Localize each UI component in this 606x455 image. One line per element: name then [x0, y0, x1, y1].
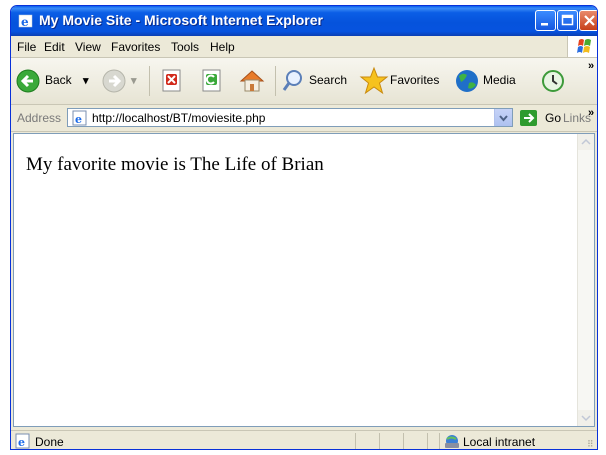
- menu-favorites[interactable]: Favorites: [111, 40, 160, 54]
- toolbar-separator: [275, 66, 276, 96]
- standard-toolbar: Back ▾ ▾ Search Favorites Media »: [11, 58, 597, 105]
- status-text: Done: [35, 435, 64, 449]
- favorites-label: Favorites: [390, 73, 440, 87]
- minimize-icon: [541, 23, 548, 26]
- menu-help[interactable]: Help: [210, 40, 235, 54]
- stop-icon: [162, 69, 181, 92]
- chevron-down-icon: [499, 115, 508, 122]
- media-icon: [456, 70, 478, 92]
- stop-button[interactable]: [159, 66, 187, 96]
- media-button[interactable]: Media: [453, 66, 519, 96]
- menu-file[interactable]: File: [17, 40, 36, 54]
- resize-grip-icon[interactable]: ⠿: [587, 439, 594, 449]
- status-divider: [379, 433, 380, 449]
- page-content-text: My favorite movie is The Life of Brian: [26, 154, 324, 175]
- minimize-button[interactable]: [535, 10, 556, 31]
- home-icon: [239, 70, 265, 92]
- vertical-scrollbar[interactable]: [577, 134, 594, 426]
- home-button[interactable]: [237, 66, 267, 96]
- back-arrow-icon: [16, 69, 40, 93]
- address-dropdown-button[interactable]: [494, 109, 512, 126]
- chevron-down-icon: [581, 415, 591, 422]
- go-arrow-icon: [520, 110, 537, 126]
- chevron-up-icon: [581, 138, 591, 145]
- menu-bar: File Edit View Favorites Tools Help: [11, 36, 597, 58]
- toolbar-overflow-icon[interactable]: »: [588, 60, 594, 72]
- back-label: Back: [45, 73, 72, 87]
- address-bar: Address e http://localhost/BT/moviesite.…: [11, 105, 597, 132]
- title-bar[interactable]: e My Movie Site - Microsoft Internet Exp…: [11, 6, 597, 36]
- favorites-button[interactable]: Favorites: [359, 66, 445, 96]
- search-button[interactable]: Search: [281, 66, 353, 96]
- forward-dropdown-icon[interactable]: ▾: [131, 74, 137, 87]
- back-dropdown-icon[interactable]: ▾: [83, 74, 89, 87]
- refresh-icon: [202, 69, 221, 92]
- history-icon: [542, 70, 564, 92]
- scroll-up-button[interactable]: [578, 134, 594, 150]
- refresh-button[interactable]: [199, 66, 227, 96]
- go-label[interactable]: Go: [545, 111, 561, 125]
- page-viewport: My favorite movie is The Life of Brian: [13, 133, 595, 427]
- search-label: Search: [309, 73, 348, 87]
- search-icon: [282, 70, 302, 91]
- ie-icon: e: [18, 13, 34, 29]
- back-button[interactable]: Back ▾: [15, 66, 95, 96]
- security-zone-text: Local intranet: [463, 435, 536, 449]
- maximize-button[interactable]: [557, 10, 578, 31]
- maximize-icon: [561, 14, 574, 26]
- status-divider: [427, 433, 428, 449]
- browser-window: e My Movie Site - Microsoft Internet Exp…: [10, 5, 598, 450]
- menu-tools[interactable]: Tools: [171, 40, 199, 54]
- toolbar-separator: [149, 66, 150, 96]
- address-input[interactable]: e http://localhost/BT/moviesite.php: [67, 108, 513, 127]
- address-url[interactable]: http://localhost/BT/moviesite.php: [92, 111, 265, 125]
- scroll-down-button[interactable]: [578, 410, 594, 426]
- status-divider: [439, 433, 440, 449]
- status-page-icon: e: [15, 433, 31, 449]
- status-bar: e Done Local intranet ⠿: [11, 430, 597, 449]
- svg-text:e: e: [75, 113, 82, 126]
- windows-logo: [567, 36, 597, 57]
- favorites-star-icon: [359, 66, 389, 95]
- svg-text:e: e: [21, 15, 29, 29]
- forward-button[interactable]: ▾: [101, 66, 141, 96]
- forward-arrow-icon: [102, 69, 126, 93]
- menu-edit[interactable]: Edit: [44, 40, 65, 54]
- svg-text:e: e: [18, 436, 25, 449]
- close-icon: [584, 15, 595, 26]
- menu-view[interactable]: View: [75, 40, 101, 54]
- status-divider: [355, 433, 356, 449]
- go-button[interactable]: [519, 109, 539, 130]
- links-overflow-icon[interactable]: »: [588, 107, 594, 119]
- links-label[interactable]: Links: [563, 111, 591, 125]
- window-title: My Movie Site - Microsoft Internet Explo…: [39, 12, 323, 28]
- page-icon: e: [72, 110, 88, 129]
- intranet-icon: [443, 433, 461, 449]
- media-label: Media: [483, 73, 516, 87]
- history-button[interactable]: [539, 66, 567, 96]
- status-divider: [403, 433, 404, 449]
- address-label: Address: [17, 111, 62, 125]
- close-button[interactable]: [579, 10, 597, 31]
